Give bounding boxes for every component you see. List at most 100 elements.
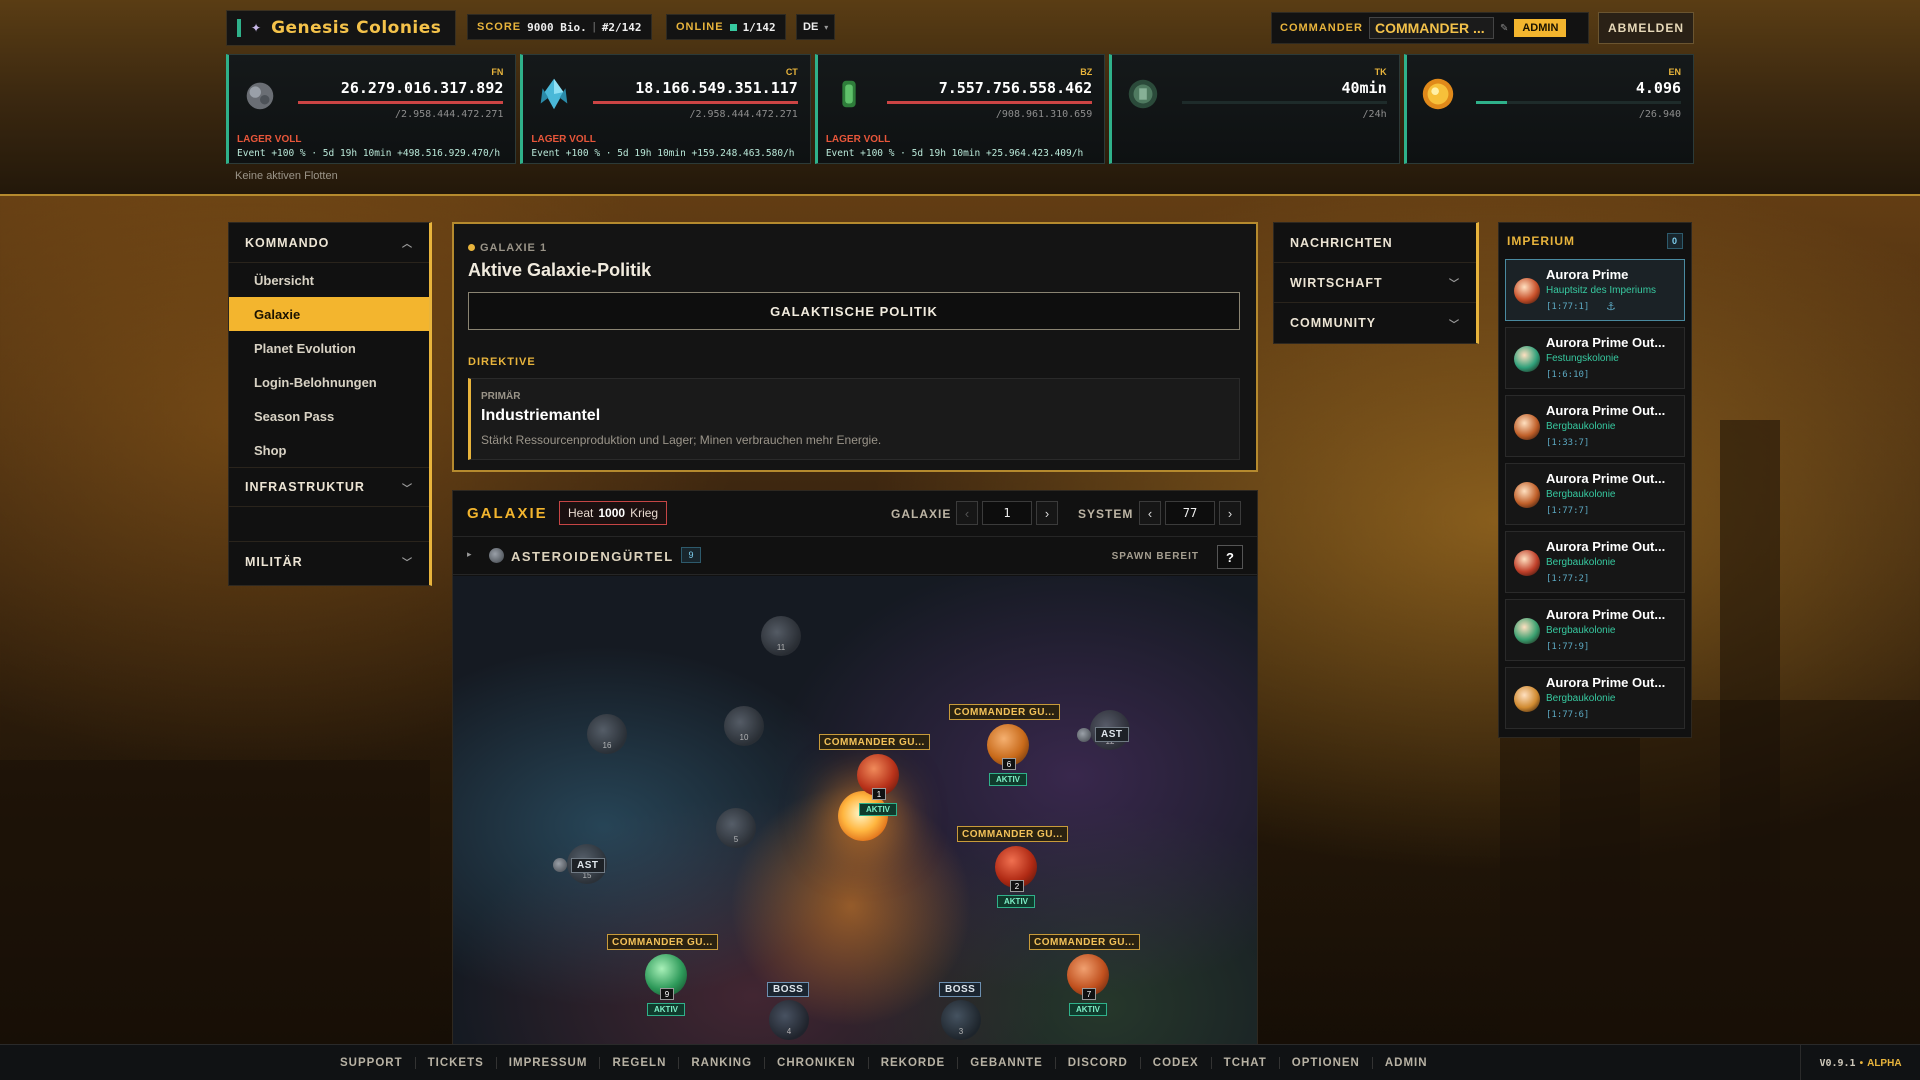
nav-section-kommando[interactable]: KOMMANDO ︿ bbox=[229, 223, 429, 263]
brand[interactable]: ✦ Genesis Colonies bbox=[226, 10, 456, 46]
admin-badge[interactable]: ADMIN bbox=[1514, 19, 1567, 37]
galactic-politics-button[interactable]: GALAKTISCHE POLITIK bbox=[468, 292, 1240, 330]
colony-name: Aurora Prime Out... bbox=[1546, 403, 1666, 418]
imperium-title: IMPERIUM bbox=[1507, 234, 1575, 248]
footer-link-chroniken[interactable]: CHRONIKEN bbox=[765, 1057, 869, 1069]
colony-item[interactable]: Aurora Prime Out... Bergbaukolonie [1:77… bbox=[1505, 667, 1685, 729]
background-structure bbox=[0, 760, 430, 1050]
colony-item[interactable]: Aurora Prime Out... Bergbaukolonie [1:33… bbox=[1505, 395, 1685, 457]
footer-link-tchat[interactable]: TCHAT bbox=[1212, 1057, 1280, 1069]
galaxy-prev-button[interactable]: ‹ bbox=[956, 501, 978, 525]
resource-card[interactable]: FN 26.279.016.317.892 /2.958.444.472.271… bbox=[226, 54, 517, 164]
footer-link-gebannte[interactable]: GEBANNTE bbox=[958, 1057, 1056, 1069]
resource-card[interactable]: EN 4.096 /26.940 bbox=[1403, 54, 1695, 164]
resource-progress bbox=[592, 101, 798, 104]
rank-value: #2/142 bbox=[601, 20, 642, 34]
boss-number: 3 bbox=[958, 1027, 964, 1036]
planet-icon bbox=[1514, 482, 1540, 508]
resource-code: BZ bbox=[1080, 67, 1093, 77]
colony-item[interactable]: Aurora Prime Hauptsitz des Imperiums [1:… bbox=[1505, 259, 1685, 321]
empty-slot[interactable]: 16 bbox=[587, 714, 627, 754]
empty-slot[interactable]: 11 bbox=[761, 616, 801, 656]
footer-link-admin[interactable]: ADMIN bbox=[1373, 1057, 1440, 1069]
footer-link-ranking[interactable]: RANKING bbox=[679, 1057, 766, 1069]
logout-button[interactable]: ABMELDEN bbox=[1598, 12, 1694, 44]
colony-item[interactable]: Aurora Prime Out... Bergbaukolonie [1:77… bbox=[1505, 531, 1685, 593]
system-input[interactable]: 77 bbox=[1165, 501, 1215, 525]
boss-tag[interactable]: BOSS bbox=[939, 982, 982, 997]
footer-link-discord[interactable]: DISCORD bbox=[1056, 1057, 1141, 1069]
nav-item-galaxie[interactable]: Galaxie bbox=[229, 297, 429, 331]
boss-slot[interactable]: 4 bbox=[769, 1000, 809, 1040]
colony-coordinates[interactable]: [1:77:1] bbox=[1546, 302, 1589, 312]
galaxy-subtitle: GALAXIE 1 bbox=[468, 242, 547, 254]
resource-progress-fill bbox=[887, 101, 1093, 104]
online-label: ONLINE bbox=[676, 21, 724, 33]
version-number: V0.9.1 bbox=[1819, 1057, 1856, 1069]
expand-arrow-icon[interactable]: ▸ bbox=[467, 549, 472, 560]
empty-slot[interactable]: 10 bbox=[724, 706, 764, 746]
resource-code: FN bbox=[491, 67, 504, 77]
menu-nachrichten[interactable]: NACHRICHTEN bbox=[1274, 223, 1476, 263]
colony-coordinates[interactable]: [1:77:7] bbox=[1546, 506, 1589, 516]
boss-slot[interactable]: 3 bbox=[941, 1000, 981, 1040]
planet-icon bbox=[1514, 414, 1540, 440]
planet-icon bbox=[1514, 278, 1540, 304]
system-prev-button[interactable]: ‹ bbox=[1139, 501, 1161, 525]
slot-number: 5 bbox=[733, 835, 739, 844]
empty-slot[interactable]: 5 bbox=[716, 808, 756, 848]
nav-section-infrastruktur[interactable]: INFRASTRUKTUR ﹀ bbox=[229, 467, 429, 507]
footer-link-regeln[interactable]: REGELN bbox=[600, 1057, 680, 1069]
asteroid-tag[interactable]: AST bbox=[571, 858, 605, 873]
asteroid-belt-bar[interactable]: ▸ ASTEROIDENGÜRTEL 9 SPAWN BEREIT ? bbox=[453, 537, 1257, 575]
colony-item[interactable]: Aurora Prime Out... Festungskolonie [1:6… bbox=[1505, 327, 1685, 389]
imperium-badge: 0 bbox=[1667, 233, 1683, 249]
colony-coordinates[interactable]: [1:77:6] bbox=[1546, 710, 1589, 720]
resource-progress bbox=[1181, 101, 1387, 104]
colony-item[interactable]: Aurora Prime Out... Bergbaukolonie [1:77… bbox=[1505, 599, 1685, 661]
menu-community[interactable]: COMMUNITY ﹀ bbox=[1274, 303, 1476, 343]
galaxy-next-button[interactable]: › bbox=[1036, 501, 1058, 525]
planet-number: 7 bbox=[1082, 988, 1096, 1000]
resource-progress bbox=[1476, 101, 1682, 104]
nav-item-uebersicht[interactable]: Übersicht bbox=[229, 263, 429, 297]
language-select[interactable]: DE ▾ bbox=[796, 14, 836, 40]
resource-card[interactable]: BZ 7.557.756.558.462 /908.961.310.659 LA… bbox=[814, 54, 1106, 164]
asteroid-tag[interactable]: AST bbox=[1095, 727, 1129, 742]
menu-wirtschaft[interactable]: WIRTSCHAFT ﹀ bbox=[1274, 263, 1476, 303]
help-button[interactable]: ? bbox=[1217, 545, 1243, 569]
nav-item-season-pass[interactable]: Season Pass bbox=[229, 399, 429, 433]
resource-card[interactable]: CT 18.166.549.351.117 /2.958.444.472.271… bbox=[520, 54, 811, 164]
imperium-panel: IMPERIUM 0 Aurora Prime Hauptsitz des Im… bbox=[1498, 222, 1692, 738]
footer-link-codex[interactable]: CODEX bbox=[1141, 1057, 1212, 1069]
heat-state: Krieg bbox=[630, 506, 659, 520]
nav-item-shop[interactable]: Shop bbox=[229, 433, 429, 467]
nav-item-planet-evolution[interactable]: Planet Evolution bbox=[229, 331, 429, 365]
colony-coordinates[interactable]: [1:77:9] bbox=[1546, 642, 1589, 652]
colony-coordinates[interactable]: [1:6:10] bbox=[1546, 370, 1589, 380]
boss-tag[interactable]: BOSS bbox=[767, 982, 810, 997]
heat-value: 1000 bbox=[598, 506, 626, 520]
footer-link-optionen[interactable]: OPTIONEN bbox=[1280, 1057, 1373, 1069]
footer-link-impressum[interactable]: IMPRESSUM bbox=[497, 1057, 601, 1069]
nav-section-militaer[interactable]: MILITÄR ﹀ bbox=[229, 541, 429, 581]
planet-icon bbox=[1514, 346, 1540, 372]
nav-item-login-belohnungen[interactable]: Login-Belohnungen bbox=[229, 365, 429, 399]
colony-item[interactable]: Aurora Prime Out... Bergbaukolonie [1:77… bbox=[1505, 463, 1685, 525]
footer-link-tickets[interactable]: TICKETS bbox=[416, 1057, 497, 1069]
colony-coordinates[interactable]: [1:33:7] bbox=[1546, 438, 1589, 448]
resource-card[interactable]: TK 40min /24h bbox=[1109, 54, 1400, 164]
colony-name: Aurora Prime Out... bbox=[1546, 539, 1666, 554]
commander-label: COMMANDER GU... bbox=[607, 934, 718, 950]
rocket-icon: ✦ bbox=[251, 21, 262, 35]
storage-full-label: LAGER VOLL bbox=[237, 134, 302, 145]
footer-link-support[interactable]: SUPPORT bbox=[328, 1057, 416, 1069]
galaxy-politics-panel: GALAXIE 1 Aktive Galaxie-Politik GALAKTI… bbox=[452, 222, 1258, 472]
footer-link-rekorde[interactable]: REKORDE bbox=[869, 1057, 959, 1069]
galaxy-input[interactable]: 1 bbox=[982, 501, 1032, 525]
edit-icon[interactable]: ✎ bbox=[1500, 23, 1508, 34]
galaxy-subtitle-text: GALAXIE 1 bbox=[480, 242, 548, 254]
system-next-button[interactable]: › bbox=[1219, 501, 1241, 525]
colony-coordinates[interactable]: [1:77:2] bbox=[1546, 574, 1589, 584]
commander-name[interactable]: COMMANDER ... bbox=[1368, 17, 1494, 39]
